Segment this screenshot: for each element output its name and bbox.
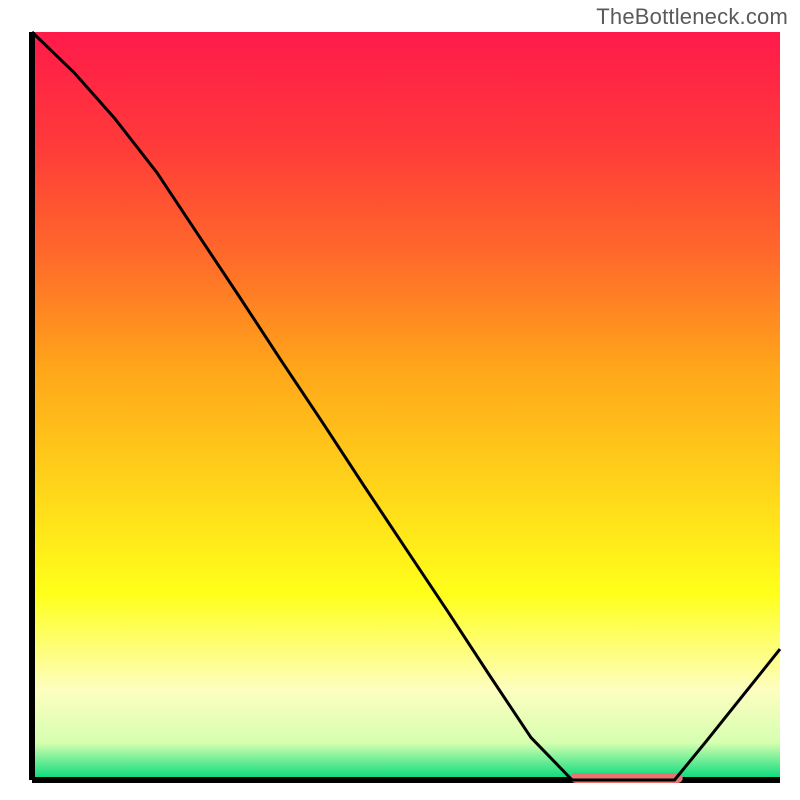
watermark-text: TheBottleneck.com xyxy=(596,4,788,30)
plot-area xyxy=(32,32,780,783)
chart-container: TheBottleneck.com xyxy=(0,0,800,800)
bottleneck-chart xyxy=(0,0,800,800)
gradient-background xyxy=(32,32,780,780)
